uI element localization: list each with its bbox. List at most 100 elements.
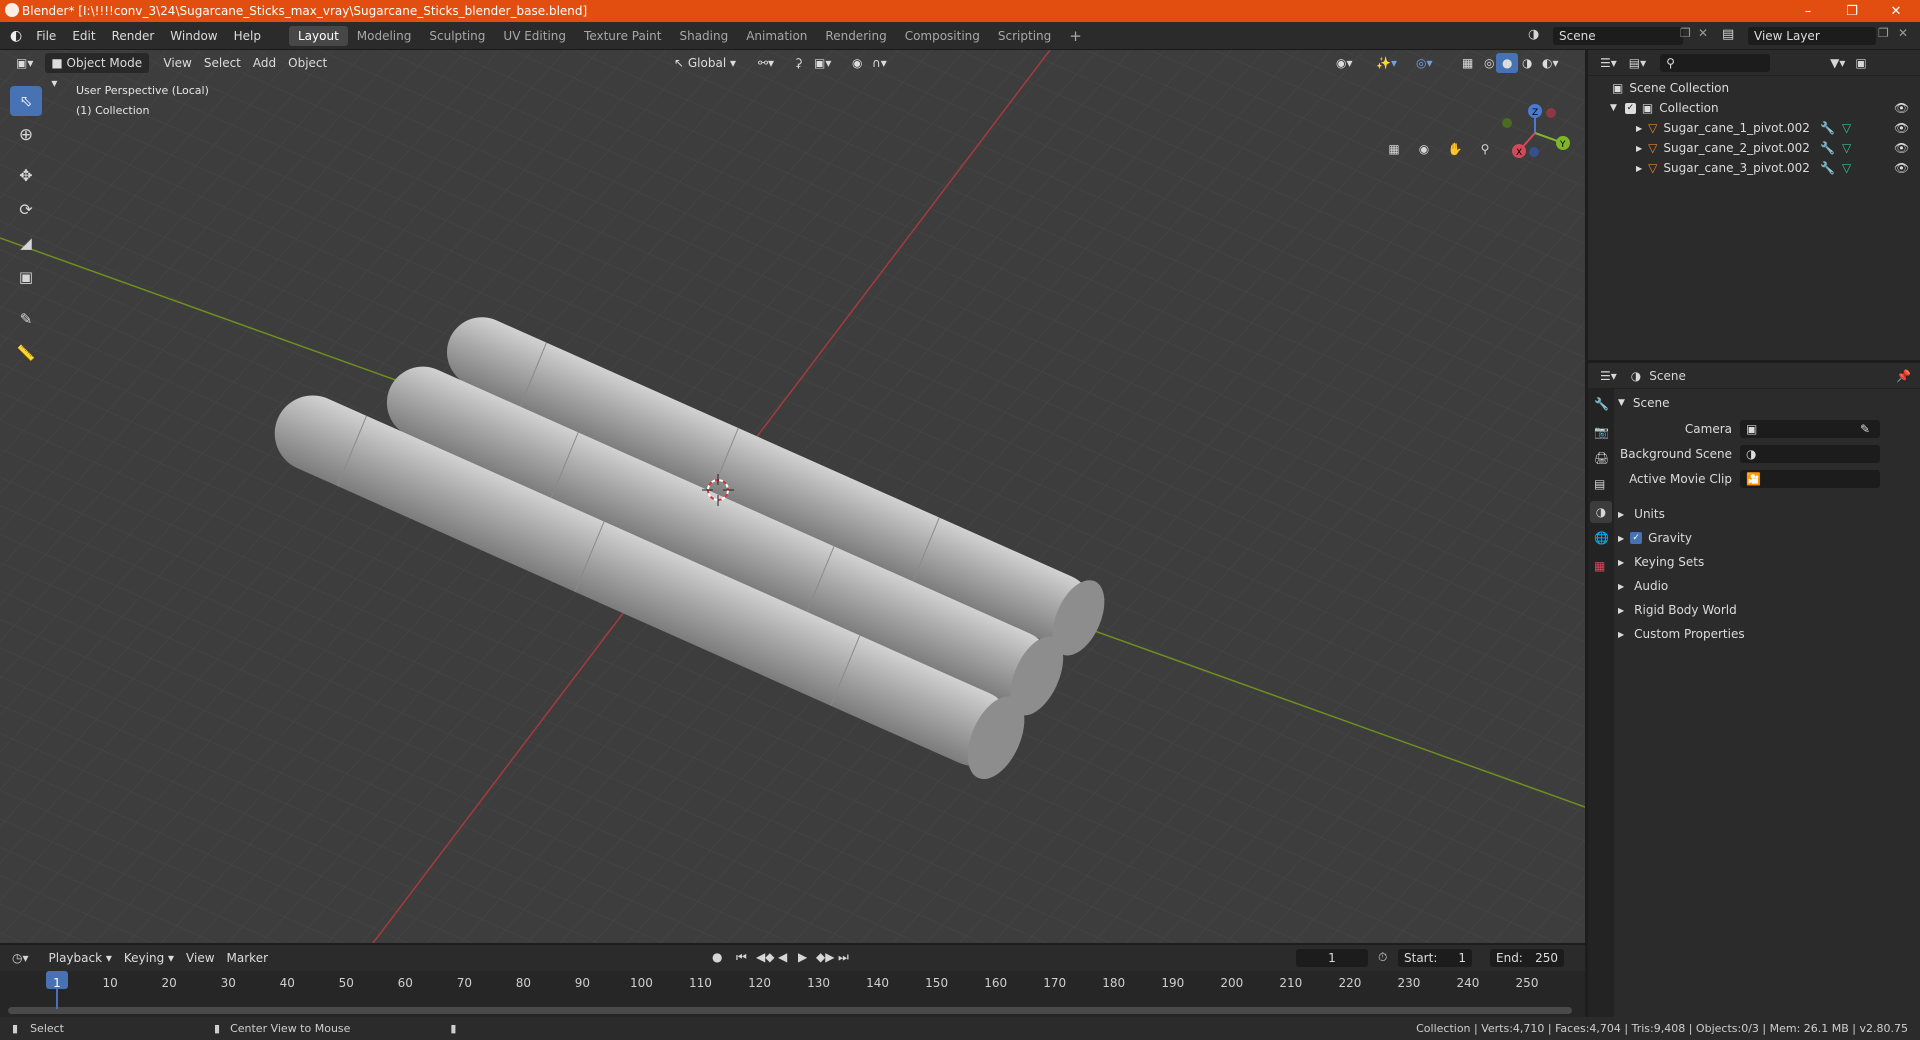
gravity-panel[interactable]: Gravity: [1648, 531, 1692, 545]
end-frame-field[interactable]: End: 250: [1490, 949, 1564, 967]
tab-layout[interactable]: Layout: [288, 25, 348, 46]
collection-checkbox[interactable]: ✓: [1624, 102, 1636, 114]
delete-view-layer-icon[interactable]: ✕: [1898, 26, 1908, 40]
tab-uv-editing[interactable]: UV Editing: [494, 26, 575, 46]
tab-texture-paint[interactable]: Texture Paint: [575, 26, 670, 46]
gravity-checkbox[interactable]: ✓: [1630, 532, 1643, 544]
eye-icon[interactable]: 👁: [1894, 141, 1909, 155]
expand-icon[interactable]: ▶: [1636, 164, 1642, 173]
start-frame-field[interactable]: Start: 1: [1398, 949, 1472, 967]
falloff-icon[interactable]: ∩▾: [866, 53, 893, 73]
play-icon[interactable]: ▶: [798, 950, 807, 964]
jump-start-icon[interactable]: ⏮: [736, 950, 747, 965]
expand-icon[interactable]: ▶: [1618, 630, 1624, 639]
play-reverse-icon[interactable]: ◀: [778, 950, 787, 964]
expand-icon[interactable]: ▶: [1618, 606, 1624, 615]
tab-compositing[interactable]: Compositing: [896, 26, 989, 46]
rendered-shading-icon[interactable]: ◐▾: [1536, 53, 1565, 73]
restore-icon[interactable]: ❐: [1830, 0, 1874, 22]
active-movie-clip-field[interactable]: 🎦: [1740, 470, 1880, 488]
playback-menu[interactable]: Playback ▾: [43, 948, 118, 968]
view-layer-tab-icon[interactable]: ▤: [1594, 477, 1605, 491]
rotate-tool[interactable]: ⟳: [10, 194, 42, 224]
timeline-scrollbar[interactable]: [8, 1007, 1572, 1014]
texture-tab-icon[interactable]: ▦: [1594, 559, 1605, 573]
tab-rendering[interactable]: Rendering: [816, 26, 895, 46]
delete-scene-icon[interactable]: ✕: [1698, 26, 1708, 40]
new-scene-icon[interactable]: ❐: [1680, 26, 1691, 40]
tab-shading[interactable]: Shading: [670, 26, 737, 46]
audio-panel[interactable]: Audio: [1634, 579, 1668, 593]
properties-editor-icon[interactable]: ☰▾: [1600, 369, 1617, 383]
eye-icon[interactable]: 👁: [1894, 101, 1909, 115]
viewport-menu-add[interactable]: Add: [247, 53, 282, 73]
menu-window[interactable]: Window: [162, 22, 225, 50]
outliner-object-row[interactable]: ▶ ▽ Sugar_cane_3_pivot.002 🔧 ▽ 👁: [1588, 158, 1920, 178]
pivot-point-icon[interactable]: ⚯▾: [752, 53, 780, 73]
camera-field[interactable]: ▣: [1740, 420, 1880, 438]
move-tool[interactable]: ✥: [10, 160, 42, 190]
object-mode-dropdown[interactable]: ■ Object Mode ▾: [45, 53, 150, 90]
outliner-object-row[interactable]: ▶ ▽ Sugar_cane_2_pivot.002 🔧 ▽ 👁: [1588, 138, 1920, 158]
tab-animation[interactable]: Animation: [737, 26, 816, 46]
record-icon[interactable]: ●: [712, 950, 722, 964]
view-layer-icon[interactable]: ▤: [1722, 27, 1734, 42]
custom-properties-panel[interactable]: Custom Properties: [1634, 627, 1744, 641]
filter-icon[interactable]: ▼▾: [1830, 56, 1845, 70]
xray-toggle-icon[interactable]: ▦: [1456, 53, 1479, 73]
snap-target-icon[interactable]: ▣▾: [808, 53, 837, 73]
expand-icon[interactable]: ▶: [1618, 534, 1624, 543]
zoom-view-icon[interactable]: ⚲: [1472, 136, 1498, 162]
minimize-icon[interactable]: –: [1786, 0, 1830, 22]
editor-type-icon[interactable]: ▣▾: [10, 53, 39, 73]
new-collection-icon[interactable]: ▣: [1855, 56, 1866, 70]
outliner-search-input[interactable]: ⚲: [1660, 53, 1771, 72]
outliner-object-row[interactable]: ▶ ▽ Sugar_cane_1_pivot.002 🔧 ▽ 👁: [1588, 118, 1920, 138]
stopwatch-icon[interactable]: ⏱: [1378, 950, 1387, 965]
mesh-data-icon[interactable]: ▽: [1842, 121, 1851, 135]
expand-icon[interactable]: ▶: [1618, 510, 1624, 519]
output-tab-icon[interactable]: 🖨: [1594, 451, 1609, 465]
select-box-tool[interactable]: ⬁: [10, 86, 42, 116]
marker-menu[interactable]: Marker: [221, 948, 274, 968]
viewport-menu-select[interactable]: Select: [198, 53, 247, 73]
tab-modeling[interactable]: Modeling: [348, 26, 421, 46]
view-layer-field[interactable]: View Layer: [1748, 27, 1876, 45]
eye-icon[interactable]: 👁: [1894, 161, 1909, 175]
visibility-icon[interactable]: ◉▾: [1330, 53, 1359, 73]
cursor-tool[interactable]: ⊕: [10, 120, 42, 150]
annotate-tool[interactable]: ✎: [10, 304, 42, 334]
object-label-2[interactable]: Sugar_cane_2_pivot.002: [1663, 141, 1810, 155]
mesh-data-icon[interactable]: ▽: [1842, 141, 1851, 155]
tool-tab-icon[interactable]: 🔧: [1594, 397, 1609, 411]
outliner-editor-icon[interactable]: ☰▾: [1600, 56, 1617, 70]
transform-tool[interactable]: ▣: [10, 262, 42, 292]
keying-sets-panel[interactable]: Keying Sets: [1634, 555, 1704, 569]
background-scene-field[interactable]: ◑: [1740, 445, 1880, 463]
rigid-body-world-panel[interactable]: Rigid Body World: [1634, 603, 1737, 617]
menu-help[interactable]: Help: [226, 22, 269, 50]
object-label-3[interactable]: Sugar_cane_3_pivot.002: [1663, 161, 1810, 175]
scene-collection-label[interactable]: Scene Collection: [1629, 81, 1729, 95]
display-mode-icon[interactable]: ▤▾: [1629, 56, 1646, 70]
menu-file[interactable]: File: [28, 22, 64, 50]
expand-icon[interactable]: ▶: [1636, 124, 1642, 133]
blender-menu-icon[interactable]: ◐: [10, 28, 22, 44]
expand-icon[interactable]: ▼: [1610, 103, 1617, 113]
scene-field[interactable]: Scene: [1553, 27, 1683, 45]
tab-scripting[interactable]: Scripting: [989, 26, 1060, 46]
world-tab-icon[interactable]: 🌐: [1594, 531, 1609, 545]
expand-icon[interactable]: ▶: [1636, 144, 1642, 153]
expand-icon[interactable]: ▶: [1618, 582, 1624, 591]
prev-keyframe-icon[interactable]: ◀◆: [756, 950, 774, 964]
viewport-menu-object[interactable]: Object: [282, 53, 333, 73]
scene-section-label[interactable]: Scene: [1633, 396, 1670, 410]
add-workspace-icon[interactable]: +: [1060, 26, 1091, 46]
snap-icon[interactable]: ⚳: [788, 53, 809, 73]
transform-orientation-dropdown[interactable]: ↖ Global ▾: [668, 53, 742, 73]
scene-icon[interactable]: ◑: [1528, 27, 1539, 42]
close-icon[interactable]: ✕: [1874, 0, 1918, 22]
toggle-grid-icon[interactable]: ▦: [1381, 136, 1407, 162]
pan-view-icon[interactable]: ✋: [1442, 136, 1468, 162]
overlay-toggle-icon[interactable]: ◎▾: [1410, 53, 1439, 73]
